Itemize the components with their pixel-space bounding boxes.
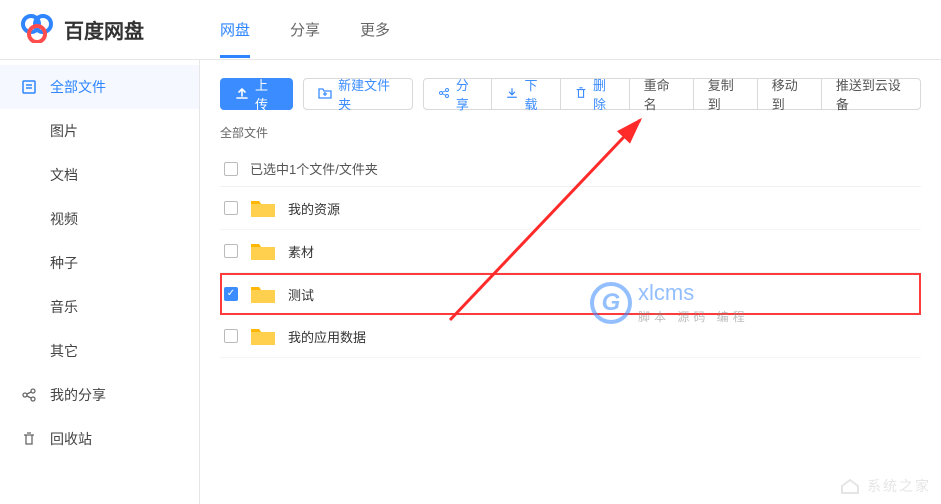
file-row[interactable]: 素材 bbox=[220, 230, 921, 273]
download-icon bbox=[506, 87, 518, 102]
share-icon bbox=[20, 386, 38, 404]
files-icon bbox=[20, 78, 38, 96]
body: 全部文件 图片 文档 视频 种子 音乐 其它 我的分享 回收站 上传 bbox=[0, 60, 941, 504]
tab-share[interactable]: 分享 bbox=[290, 1, 320, 58]
move-to-button[interactable]: 移动到 bbox=[757, 78, 822, 110]
folder-icon bbox=[250, 283, 276, 305]
button-label: 推送到云设备 bbox=[836, 75, 906, 113]
sidebar-item-my-share[interactable]: 我的分享 bbox=[0, 373, 199, 417]
upload-button[interactable]: 上传 bbox=[220, 78, 293, 110]
file-name: 我的资源 bbox=[288, 199, 340, 218]
sidebar-item-label: 视频 bbox=[50, 209, 78, 229]
button-label: 移动到 bbox=[772, 75, 807, 113]
sidebar-item-docs[interactable]: 文档 bbox=[0, 153, 199, 197]
file-list: 我的资源素材测试我的应用数据 bbox=[220, 187, 921, 358]
sidebar-item-label: 其它 bbox=[50, 341, 78, 361]
copy-to-button[interactable]: 复制到 bbox=[693, 78, 758, 110]
baidu-logo-icon bbox=[20, 13, 54, 46]
toolbar: 上传 新建文件夹 分享 下载 删除 重命名 bbox=[220, 78, 921, 110]
sidebar-item-label: 我的分享 bbox=[50, 385, 106, 405]
file-name: 测试 bbox=[288, 285, 314, 304]
delete-icon bbox=[575, 87, 587, 102]
main-area: 上传 新建文件夹 分享 下载 删除 重命名 bbox=[200, 60, 941, 504]
sidebar-item-other[interactable]: 其它 bbox=[0, 329, 199, 373]
file-row[interactable]: 我的应用数据 bbox=[220, 315, 921, 358]
folder-icon bbox=[250, 325, 276, 347]
button-label: 重命名 bbox=[644, 75, 679, 113]
select-status-row: 已选中1个文件/文件夹 bbox=[220, 151, 921, 187]
sidebar-item-videos[interactable]: 视频 bbox=[0, 197, 199, 241]
file-row[interactable]: 测试 bbox=[220, 273, 921, 315]
sidebar-item-music[interactable]: 音乐 bbox=[0, 285, 199, 329]
sidebar-item-label: 种子 bbox=[50, 253, 78, 273]
folder-icon bbox=[250, 197, 276, 219]
sidebar-item-label: 回收站 bbox=[50, 429, 92, 449]
button-label: 下载 bbox=[524, 75, 546, 113]
button-label: 分享 bbox=[456, 75, 478, 113]
file-name: 素材 bbox=[288, 242, 314, 261]
button-label: 上传 bbox=[255, 75, 278, 113]
push-button[interactable]: 推送到云设备 bbox=[821, 78, 921, 110]
share-button[interactable]: 分享 bbox=[423, 78, 493, 110]
sidebar-item-label: 音乐 bbox=[50, 297, 78, 317]
toolbar-action-group: 分享 下载 删除 重命名 复制到 移动到 推送到云设备 bbox=[423, 78, 921, 110]
new-folder-icon bbox=[318, 86, 332, 103]
file-row[interactable]: 我的资源 bbox=[220, 187, 921, 230]
sidebar-item-label: 图片 bbox=[50, 121, 78, 141]
download-button[interactable]: 下载 bbox=[491, 78, 561, 110]
sidebar-item-torrents[interactable]: 种子 bbox=[0, 241, 199, 285]
breadcrumb[interactable]: 全部文件 bbox=[220, 124, 921, 141]
button-label: 复制到 bbox=[708, 75, 743, 113]
button-label: 删除 bbox=[593, 75, 615, 113]
share-icon bbox=[438, 87, 450, 102]
tab-more[interactable]: 更多 bbox=[360, 1, 390, 58]
sidebar-item-images[interactable]: 图片 bbox=[0, 109, 199, 153]
trash-icon bbox=[20, 430, 38, 448]
file-name: 我的应用数据 bbox=[288, 327, 366, 346]
button-label: 新建文件夹 bbox=[338, 75, 398, 113]
file-checkbox[interactable] bbox=[224, 244, 238, 258]
file-checkbox[interactable] bbox=[224, 287, 238, 301]
logo-area: 百度网盘 bbox=[20, 13, 200, 46]
tab-netdisk[interactable]: 网盘 bbox=[220, 1, 250, 58]
rename-button[interactable]: 重命名 bbox=[629, 78, 694, 110]
top-tabs: 网盘 分享 更多 bbox=[220, 1, 390, 58]
sidebar-item-label: 全部文件 bbox=[50, 77, 106, 97]
select-all-checkbox[interactable] bbox=[224, 162, 238, 176]
app-title: 百度网盘 bbox=[64, 15, 144, 44]
sidebar-item-trash[interactable]: 回收站 bbox=[0, 417, 199, 461]
new-folder-button[interactable]: 新建文件夹 bbox=[303, 78, 413, 110]
file-checkbox[interactable] bbox=[224, 329, 238, 343]
selection-text: 已选中1个文件/文件夹 bbox=[250, 159, 378, 178]
header: 百度网盘 网盘 分享 更多 bbox=[0, 0, 941, 60]
folder-icon bbox=[250, 240, 276, 262]
sidebar-item-all-files[interactable]: 全部文件 bbox=[0, 65, 199, 109]
delete-button[interactable]: 删除 bbox=[560, 78, 630, 110]
upload-icon bbox=[235, 86, 249, 103]
sidebar-item-label: 文档 bbox=[50, 165, 78, 185]
file-checkbox[interactable] bbox=[224, 201, 238, 215]
sidebar: 全部文件 图片 文档 视频 种子 音乐 其它 我的分享 回收站 bbox=[0, 60, 200, 504]
